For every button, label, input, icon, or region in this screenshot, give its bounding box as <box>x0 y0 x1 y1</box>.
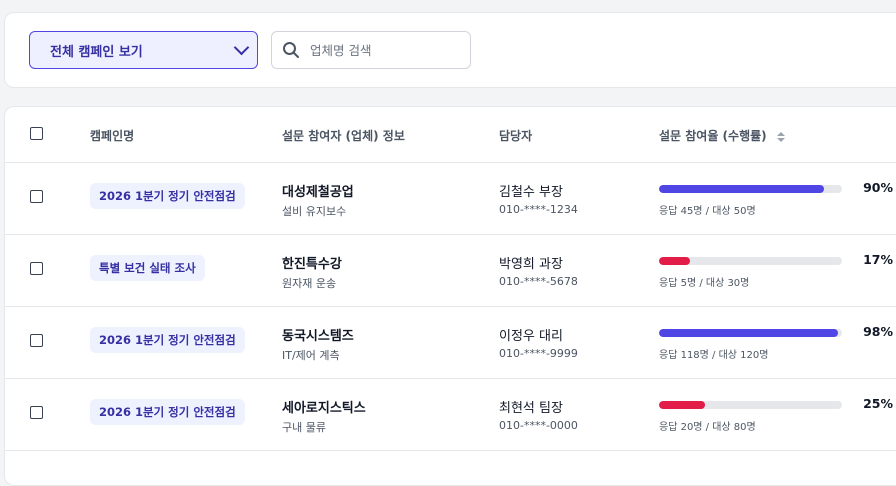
participation-percent: 90% <box>863 180 893 195</box>
table-row: 2026 1분기 정기 안전점검 대성제철공업 설비 유지보수 김철수 부장 0… <box>5 162 896 235</box>
participation-percent: 98% <box>863 324 893 339</box>
manager-name: 박영희 과장 <box>499 257 563 272</box>
table-row: 특별 보건 실태 조사 한진특수강 원자재 운송 박영희 과장 010-****… <box>5 234 896 307</box>
search-input[interactable] <box>308 41 462 59</box>
campaign-badge: 2026 1분기 정기 안전점검 <box>90 183 245 209</box>
chevron-down-icon <box>233 39 250 56</box>
manager-phone: 010-****-5678 <box>499 275 578 288</box>
company-name: 세아로지스틱스 <box>282 401 366 416</box>
manager-name: 이정우 대리 <box>499 329 563 344</box>
row-checkbox[interactable] <box>30 406 43 419</box>
campaign-badge: 2026 1분기 정기 안전점검 <box>90 399 245 425</box>
row-checkbox[interactable] <box>30 190 43 203</box>
company-name: 동국시스템즈 <box>282 329 354 344</box>
progress-track <box>659 329 842 337</box>
manager-name: 최현석 팀장 <box>499 401 563 416</box>
response-count: 응답 20명 / 대상 80명 <box>659 422 756 433</box>
company-type: 원자재 운송 <box>282 277 337 290</box>
select-all-checkbox[interactable] <box>30 127 43 140</box>
table-row: 2026 1분기 정기 안전점검 세아로지스틱스 구내 물류 최현석 팀장 01… <box>5 378 896 451</box>
manager-phone: 010-****-0000 <box>499 419 578 432</box>
row-checkbox[interactable] <box>30 334 43 347</box>
progress-track <box>659 185 842 193</box>
campaign-badge: 특별 보건 실태 조사 <box>90 255 205 281</box>
row-checkbox[interactable] <box>30 262 43 275</box>
company-type: 구내 물류 <box>282 421 326 434</box>
company-type: IT/제어 계측 <box>282 349 340 362</box>
manager-name: 김철수 부장 <box>499 185 563 200</box>
campaign-select-value: 전체 캠페인 보기 <box>50 44 143 60</box>
participation-percent: 25% <box>863 396 893 411</box>
response-count: 응답 118명 / 대상 120명 <box>659 350 769 361</box>
header-participation[interactable]: 설문 참여율 (수행률) <box>659 127 785 144</box>
campaign-select[interactable]: 전체 캠페인 보기 <box>29 31 258 69</box>
progress-track <box>659 257 842 265</box>
manager-phone: 010-****-9999 <box>499 347 578 360</box>
table-row: 2026 1분기 정기 안전점검 동국시스템즈 IT/제어 계측 이정우 대리 … <box>5 306 896 379</box>
campaign-table: 캠페인명 설문 참여자 (업체) 정보 담당자 설문 참여율 (수행률) 202… <box>4 106 896 486</box>
participation-percent: 17% <box>863 252 893 267</box>
company-type: 설비 유지보수 <box>282 205 347 218</box>
header-participant: 설문 참여자 (업체) 정보 <box>282 129 405 143</box>
campaign-badge: 2026 1분기 정기 안전점검 <box>90 327 245 353</box>
sort-icon <box>776 131 785 142</box>
header-campaign: 캠페인명 <box>90 129 135 143</box>
company-name: 한진특수강 <box>282 257 342 272</box>
progress-fill <box>659 329 839 337</box>
table-header: 캠페인명 설문 참여자 (업체) 정보 담당자 설문 참여율 (수행률) <box>5 107 896 163</box>
response-count: 응답 45명 / 대상 50명 <box>659 206 756 217</box>
progress-fill <box>659 185 824 193</box>
company-name: 대성제철공업 <box>282 185 354 200</box>
search-icon <box>283 42 299 58</box>
header-manager: 담당자 <box>499 129 533 143</box>
manager-phone: 010-****-1234 <box>499 203 578 216</box>
progress-track <box>659 401 842 409</box>
progress-fill <box>659 257 691 265</box>
response-count: 응답 5명 / 대상 30명 <box>659 278 750 289</box>
filter-bar: 전체 캠페인 보기 <box>4 12 896 88</box>
progress-fill <box>659 401 705 409</box>
header-participation-label: 설문 참여율 (수행률) <box>659 129 767 143</box>
search-box[interactable] <box>271 31 471 69</box>
